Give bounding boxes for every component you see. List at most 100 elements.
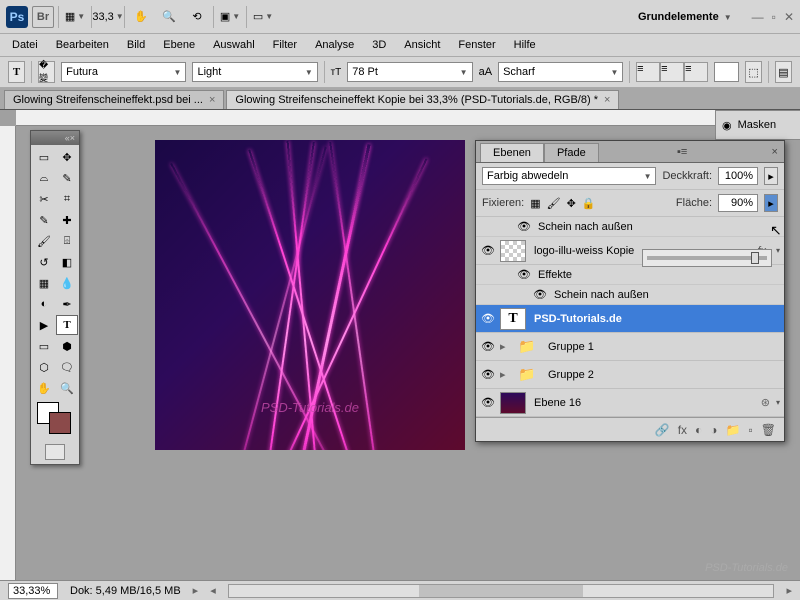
layer-name[interactable]: Ebene 16 xyxy=(530,397,757,409)
antialias-combo[interactable]: ▼ xyxy=(498,62,623,82)
eraser-tool[interactable]: ◧ xyxy=(56,252,78,272)
lock-pixels-icon[interactable]: 🖌 xyxy=(547,197,561,210)
tools-panel-header[interactable]: «× xyxy=(31,131,79,145)
orientation-toggle[interactable]: �變 xyxy=(38,61,55,83)
visibility-toggle[interactable]: 👁 xyxy=(480,244,496,257)
menu-filter[interactable]: Filter xyxy=(265,36,305,54)
menu-hilfe[interactable]: Hilfe xyxy=(506,36,544,54)
document-tab-2[interactable]: Glowing Streifenscheineffekt Kopie bei 3… xyxy=(226,90,619,109)
menu-ebene[interactable]: Ebene xyxy=(155,36,203,54)
visibility-toggle[interactable]: 👁 xyxy=(480,368,496,381)
character-panel-button[interactable]: ▤ xyxy=(775,61,792,83)
marquee-tool[interactable]: ▭ xyxy=(33,147,55,167)
text-color-swatch[interactable] xyxy=(714,62,739,82)
adjustment-layer-icon[interactable]: ◑ xyxy=(710,423,717,437)
rotate-icon[interactable]: ⟲ xyxy=(185,5,209,29)
layout-icon[interactable]: ▦▼ xyxy=(63,5,87,29)
type-tool[interactable]: T xyxy=(56,315,78,335)
menu-datei[interactable]: Datei xyxy=(4,36,46,54)
zoom-tool[interactable]: 🔍 xyxy=(56,378,78,398)
3d-tool[interactable]: ⬢ xyxy=(56,336,78,356)
close-tab-icon[interactable]: × xyxy=(604,94,610,106)
screen-mode-icon[interactable]: ▣▼ xyxy=(218,5,242,29)
new-layer-icon[interactable]: ▫ xyxy=(749,423,753,437)
3d-camera-tool[interactable]: ⬡ xyxy=(33,357,55,377)
minimize-icon[interactable]: — xyxy=(752,10,764,24)
layer-thumb[interactable]: T xyxy=(500,308,526,330)
layer-row-selected[interactable]: 👁 T PSD-Tutorials.de xyxy=(476,305,784,333)
layer-name[interactable]: Gruppe 2 xyxy=(544,369,780,381)
font-size-combo[interactable]: ▼ xyxy=(347,62,472,82)
zoom-icon[interactable]: 🔍 xyxy=(157,5,181,29)
shape-tool[interactable]: ▭ xyxy=(33,336,55,356)
font-family-combo[interactable]: ▼ xyxy=(61,62,186,82)
bridge-icon[interactable]: Br xyxy=(32,6,54,28)
fill-slider-popup[interactable] xyxy=(642,249,772,267)
align-center-button[interactable]: ≡ xyxy=(660,62,684,82)
healing-tool[interactable]: ✚ xyxy=(56,210,78,230)
workspace-selector[interactable]: Grundelemente ▼ xyxy=(630,7,740,27)
warp-text-button[interactable]: ⬚ xyxy=(745,61,762,83)
document-tab-1[interactable]: Glowing Streifenscheineffekt.psd bei ...… xyxy=(4,90,224,109)
history-brush-tool[interactable]: ↺ xyxy=(33,252,55,272)
lasso-tool[interactable]: ⌓ xyxy=(33,168,55,188)
visibility-toggle[interactable]: 👁 xyxy=(516,220,532,233)
document-canvas[interactable]: PSD-Tutorials.de xyxy=(155,140,465,450)
blur-tool[interactable]: 💧 xyxy=(56,273,78,293)
hand-tool[interactable]: ✋ xyxy=(33,378,55,398)
layer-name[interactable]: PSD-Tutorials.de xyxy=(530,313,780,325)
tab-ebenen[interactable]: Ebenen xyxy=(480,143,544,162)
layer-row[interactable]: 👁 ▸ 📁 Gruppe 2 xyxy=(476,361,784,389)
layer-thumb[interactable] xyxy=(500,240,526,262)
fill-input[interactable] xyxy=(718,194,758,212)
opacity-arrow[interactable]: ▸ xyxy=(764,167,778,185)
type-tool-preset[interactable]: T xyxy=(8,61,25,83)
close-icon[interactable]: ✕ xyxy=(784,10,794,24)
menu-auswahl[interactable]: Auswahl xyxy=(205,36,263,54)
visibility-toggle[interactable]: 👁 xyxy=(532,288,548,301)
photoshop-icon[interactable]: Ps xyxy=(6,6,28,28)
layer-mask-icon[interactable]: ◐ xyxy=(695,423,702,437)
font-weight-combo[interactable]: ▼ xyxy=(192,62,317,82)
menu-bild[interactable]: Bild xyxy=(119,36,153,54)
visibility-toggle[interactable]: 👁 xyxy=(480,312,496,325)
background-color[interactable] xyxy=(49,412,71,434)
pen-tool[interactable]: ✒ xyxy=(56,294,78,314)
eyedropper-tool[interactable]: ✎ xyxy=(33,210,55,230)
masks-panel[interactable]: ◉ Masken xyxy=(715,110,800,140)
arrange-icon[interactable]: ▭▼ xyxy=(251,5,275,29)
layer-name[interactable]: Gruppe 1 xyxy=(544,341,780,353)
slice-tool[interactable]: ⌗ xyxy=(56,189,78,209)
align-left-button[interactable]: ≡ xyxy=(636,62,660,82)
layer-style-icon[interactable]: fx xyxy=(678,423,687,437)
path-select-tool[interactable]: ▶ xyxy=(33,315,55,335)
notes-tool[interactable]: 🗨 xyxy=(56,357,78,377)
blend-mode-select[interactable]: Farbig abwedeln▼ xyxy=(482,167,656,185)
align-right-button[interactable]: ≡ xyxy=(684,62,708,82)
opacity-input[interactable] xyxy=(718,167,758,185)
menu-fenster[interactable]: Fenster xyxy=(450,36,503,54)
menu-bearbeiten[interactable]: Bearbeiten xyxy=(48,36,117,54)
horizontal-scrollbar[interactable] xyxy=(228,584,775,598)
doc-size-label[interactable]: Dok: 5,49 MB/16,5 MB xyxy=(70,585,181,597)
menu-analyse[interactable]: Analyse xyxy=(307,36,362,54)
panel-close-icon[interactable]: × xyxy=(766,142,784,162)
menu-ansicht[interactable]: Ansicht xyxy=(396,36,448,54)
lock-position-icon[interactable]: ✥ xyxy=(567,197,576,210)
ruler-vertical[interactable] xyxy=(0,126,16,580)
stamp-tool[interactable]: ⌹ xyxy=(56,231,78,251)
maximize-icon[interactable]: ▫ xyxy=(772,10,776,24)
lock-transparent-icon[interactable]: ▦ xyxy=(530,197,540,210)
smart-filter-icon[interactable]: ⊛ xyxy=(761,396,770,409)
layer-row[interactable]: 👁 Ebene 16 ⊛▾ xyxy=(476,389,784,417)
visibility-toggle[interactable]: 👁 xyxy=(516,268,532,281)
close-tab-icon[interactable]: × xyxy=(209,94,215,106)
new-group-icon[interactable]: 📁 xyxy=(726,423,741,437)
dodge-tool[interactable]: ◐ xyxy=(33,294,55,314)
move-tool[interactable]: ✥ xyxy=(56,147,78,167)
menu-3d[interactable]: 3D xyxy=(364,36,394,54)
panel-menu-icon[interactable]: ▪≡ xyxy=(671,142,693,162)
link-layers-icon[interactable]: 🔗 xyxy=(655,423,670,437)
quick-mask-button[interactable] xyxy=(45,444,65,460)
visibility-toggle[interactable]: 👁 xyxy=(480,340,496,353)
